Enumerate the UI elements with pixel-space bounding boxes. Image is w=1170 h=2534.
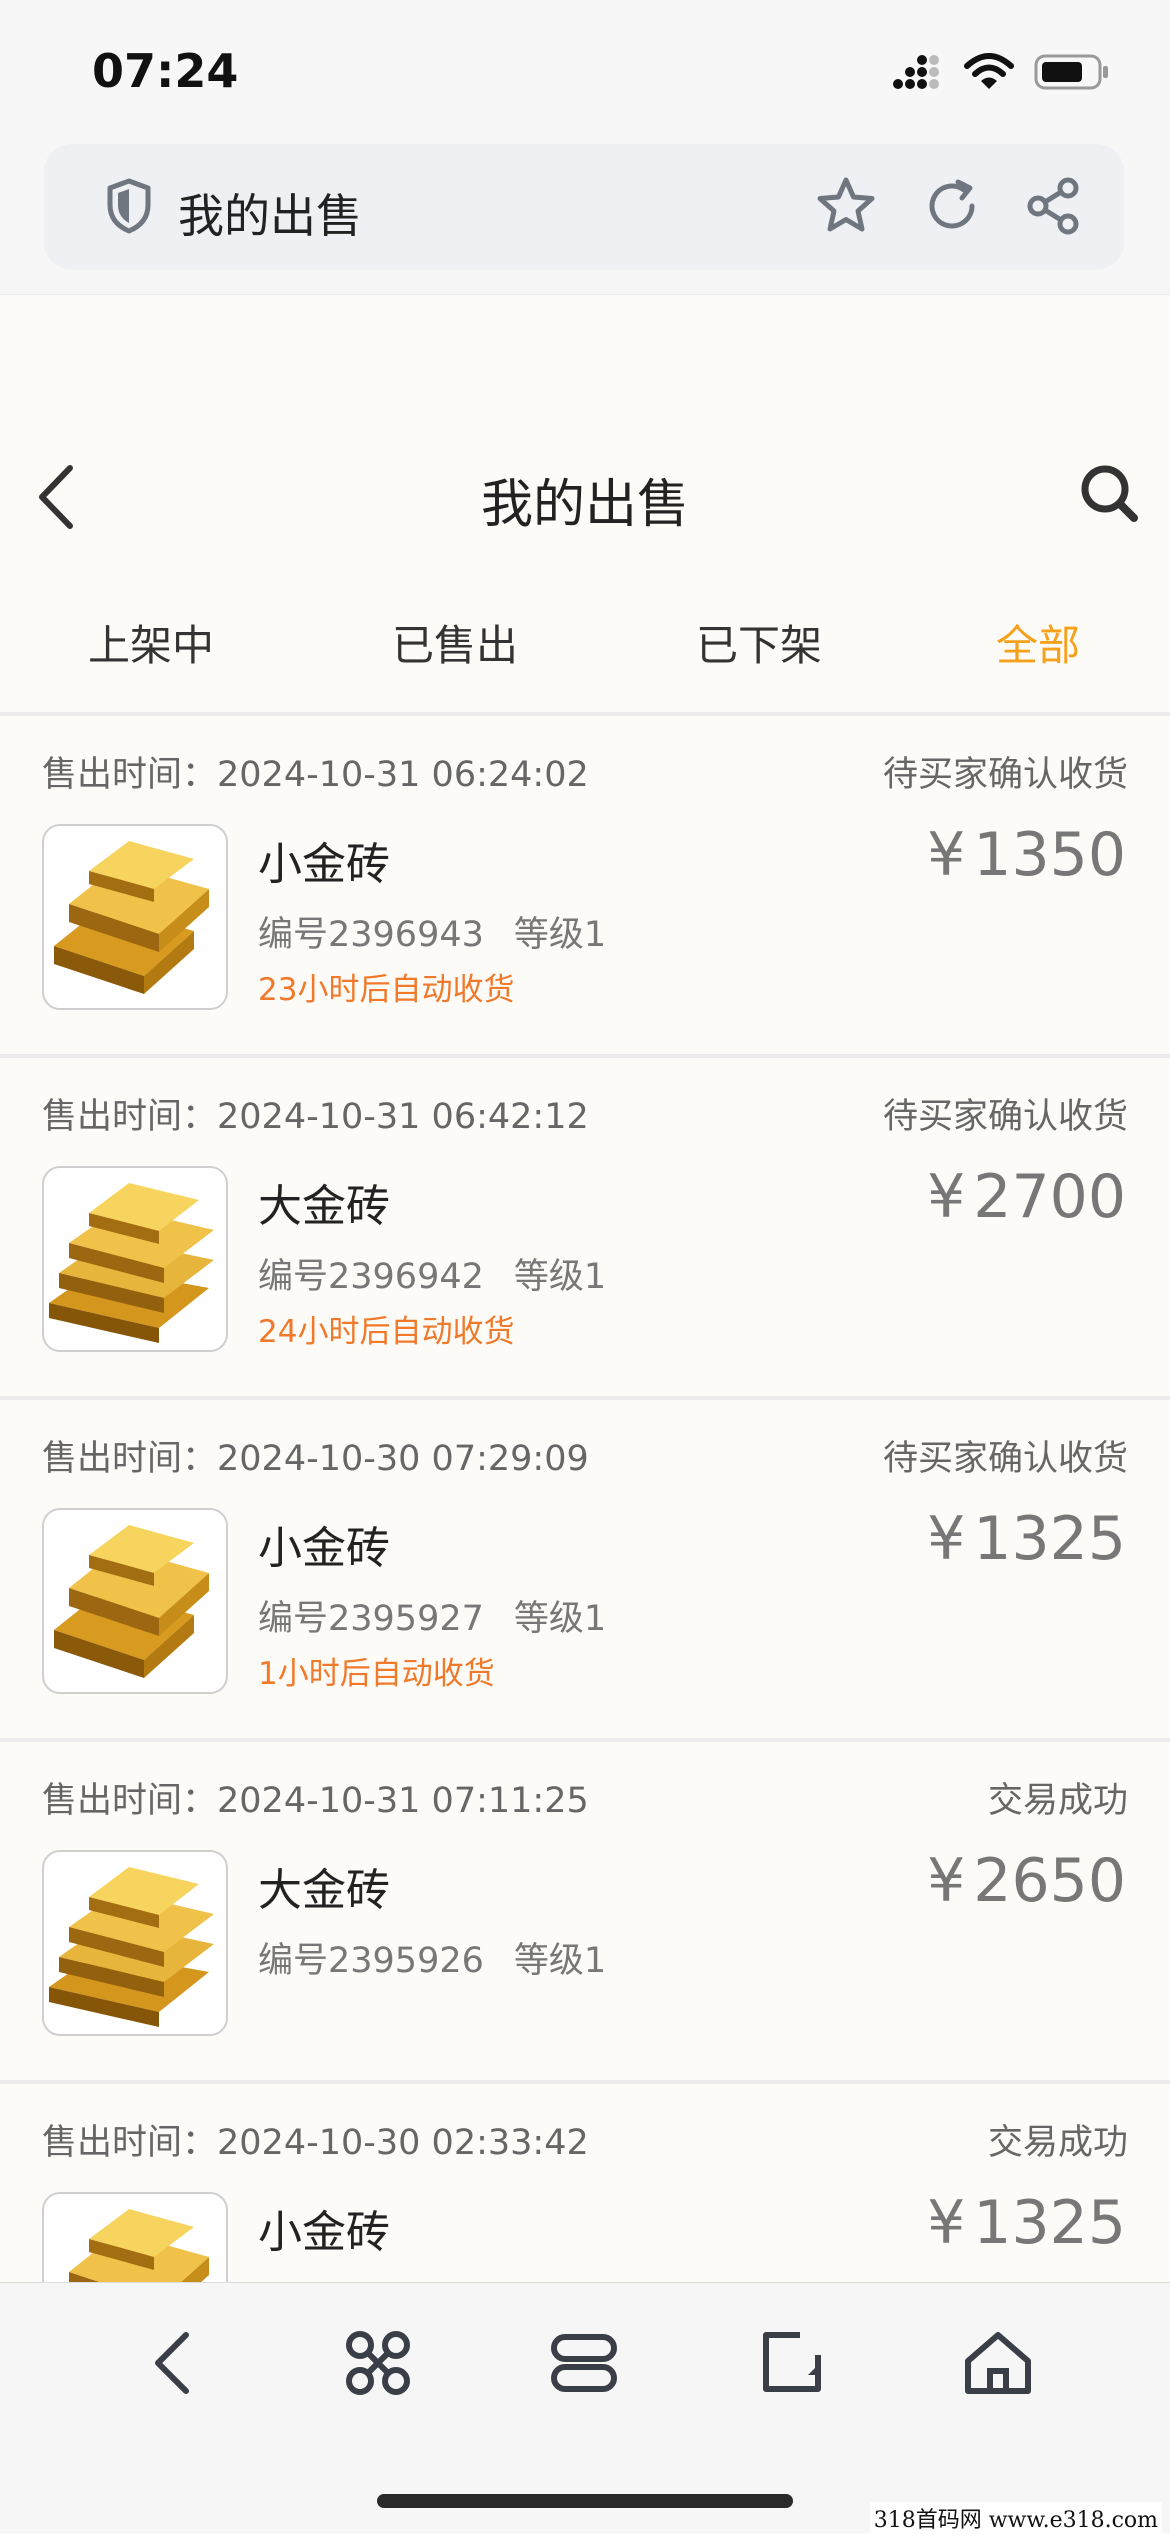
shield-icon — [104, 177, 154, 239]
star-icon[interactable] — [814, 174, 878, 242]
item-price: ¥2700 — [927, 1162, 1126, 1232]
large-gold-bar-icon — [42, 1850, 228, 2036]
item-level: 等级1 — [513, 1257, 607, 1297]
cellular-signal-icon — [892, 54, 944, 94]
sold-time: 售出时间：2024-10-30 02:33:42 — [42, 2123, 589, 2163]
tabs-icon[interactable] — [544, 2323, 624, 2407]
item-price: ¥1325 — [927, 2188, 1126, 2258]
sold-time: 售出时间：2024-10-31 06:42:12 — [42, 1097, 589, 1137]
tab-sold[interactable]: 已售出 — [392, 612, 518, 673]
item-level: 等级1 — [513, 1599, 607, 1639]
item-price: ¥1350 — [927, 820, 1126, 890]
item-serial: 编号2396943 — [258, 915, 484, 955]
order-status: 交易成功 — [987, 2123, 1128, 2163]
auto-receive-note: 23小时后自动收货 — [258, 972, 515, 1008]
item-price: ¥2650 — [927, 1846, 1126, 1916]
item-name: 大金砖 — [258, 1865, 390, 1916]
command-icon[interactable] — [338, 2323, 418, 2407]
order-card[interactable]: 售出时间：2024-10-31 07:11:25 交易成功 大金砖 编号2395… — [0, 1742, 1170, 2080]
watermark: 318首码网 www.e318.com — [869, 2502, 1162, 2534]
item-serial: 编号2395926 — [258, 1941, 484, 1981]
order-card[interactable]: 售出时间：2024-10-31 06:24:02 待买家确认收货 小金砖 编号2… — [0, 716, 1170, 1054]
sold-time: 售出时间：2024-10-31 06:24:02 — [42, 755, 589, 795]
home-indicator — [377, 2494, 793, 2508]
back-arrow-icon[interactable] — [142, 2323, 202, 2407]
edit-page-icon[interactable] — [752, 2323, 832, 2407]
item-serial: 编号2395927 — [258, 1599, 484, 1639]
order-status: 待买家确认收货 — [882, 1097, 1128, 1137]
order-status: 待买家确认收货 — [882, 1439, 1128, 1479]
wifi-icon — [964, 53, 1014, 95]
page-title: 我的出售 — [480, 475, 689, 535]
item-name: 小金砖 — [258, 839, 390, 890]
item-level: 等级1 — [513, 1941, 607, 1981]
large-gold-bar-icon — [42, 1166, 228, 1352]
item-meta: 编号2396943 等级1 — [258, 906, 606, 957]
browser-toolbar: 我的出售 — [0, 140, 1170, 295]
tab-delisted[interactable]: 已下架 — [696, 612, 822, 673]
tab-all[interactable]: 全部 — [996, 612, 1080, 673]
tab-listed[interactable]: 上架中 — [88, 612, 214, 673]
item-level: 等级1 — [513, 915, 607, 955]
status-time: 07:24 — [92, 44, 239, 98]
tab-bar: 上架中 已售出 已下架 全部 — [0, 600, 1170, 710]
small-gold-bar-icon — [42, 1508, 228, 1694]
item-serial: 编号2396942 — [258, 1257, 484, 1297]
page-header: 我的出售 — [0, 440, 1170, 550]
item-meta: 编号2395927 等级1 — [258, 1590, 606, 1641]
battery-icon — [1034, 53, 1110, 95]
order-status: 交易成功 — [987, 1781, 1128, 1821]
small-gold-bar-icon — [42, 824, 228, 1010]
share-icon[interactable] — [1022, 174, 1086, 242]
item-name: 大金砖 — [258, 1181, 390, 1232]
item-price: ¥1325 — [927, 1504, 1126, 1574]
browser-page-title: 我的出售 — [178, 189, 362, 243]
order-card[interactable]: 售出时间：2024-10-31 06:42:12 待买家确认收货 大金砖 编号2… — [0, 1058, 1170, 1396]
order-card[interactable]: 售出时间：2024-10-30 07:29:09 待买家确认收货 小金砖 编号2… — [0, 1400, 1170, 1738]
auto-receive-note: 24小时后自动收货 — [258, 1314, 515, 1350]
item-name: 小金砖 — [258, 2207, 390, 2258]
auto-receive-note: 1小时后自动收货 — [258, 1656, 495, 1692]
sold-time: 售出时间：2024-10-31 07:11:25 — [42, 1781, 589, 1821]
item-name: 小金砖 — [258, 1523, 390, 1574]
status-bar: 07:24 — [0, 0, 1170, 140]
address-bar[interactable]: 我的出售 — [44, 144, 1124, 270]
sold-time: 售出时间：2024-10-30 07:29:09 — [42, 1439, 589, 1479]
item-meta: 编号2396942 等级1 — [258, 1248, 606, 1299]
status-icons — [892, 52, 1110, 96]
home-icon[interactable] — [958, 2323, 1038, 2407]
order-status: 待买家确认收货 — [882, 755, 1128, 795]
item-meta: 编号2395926 等级1 — [258, 1932, 606, 1983]
search-icon[interactable] — [1078, 462, 1140, 528]
reload-icon[interactable] — [920, 174, 984, 242]
